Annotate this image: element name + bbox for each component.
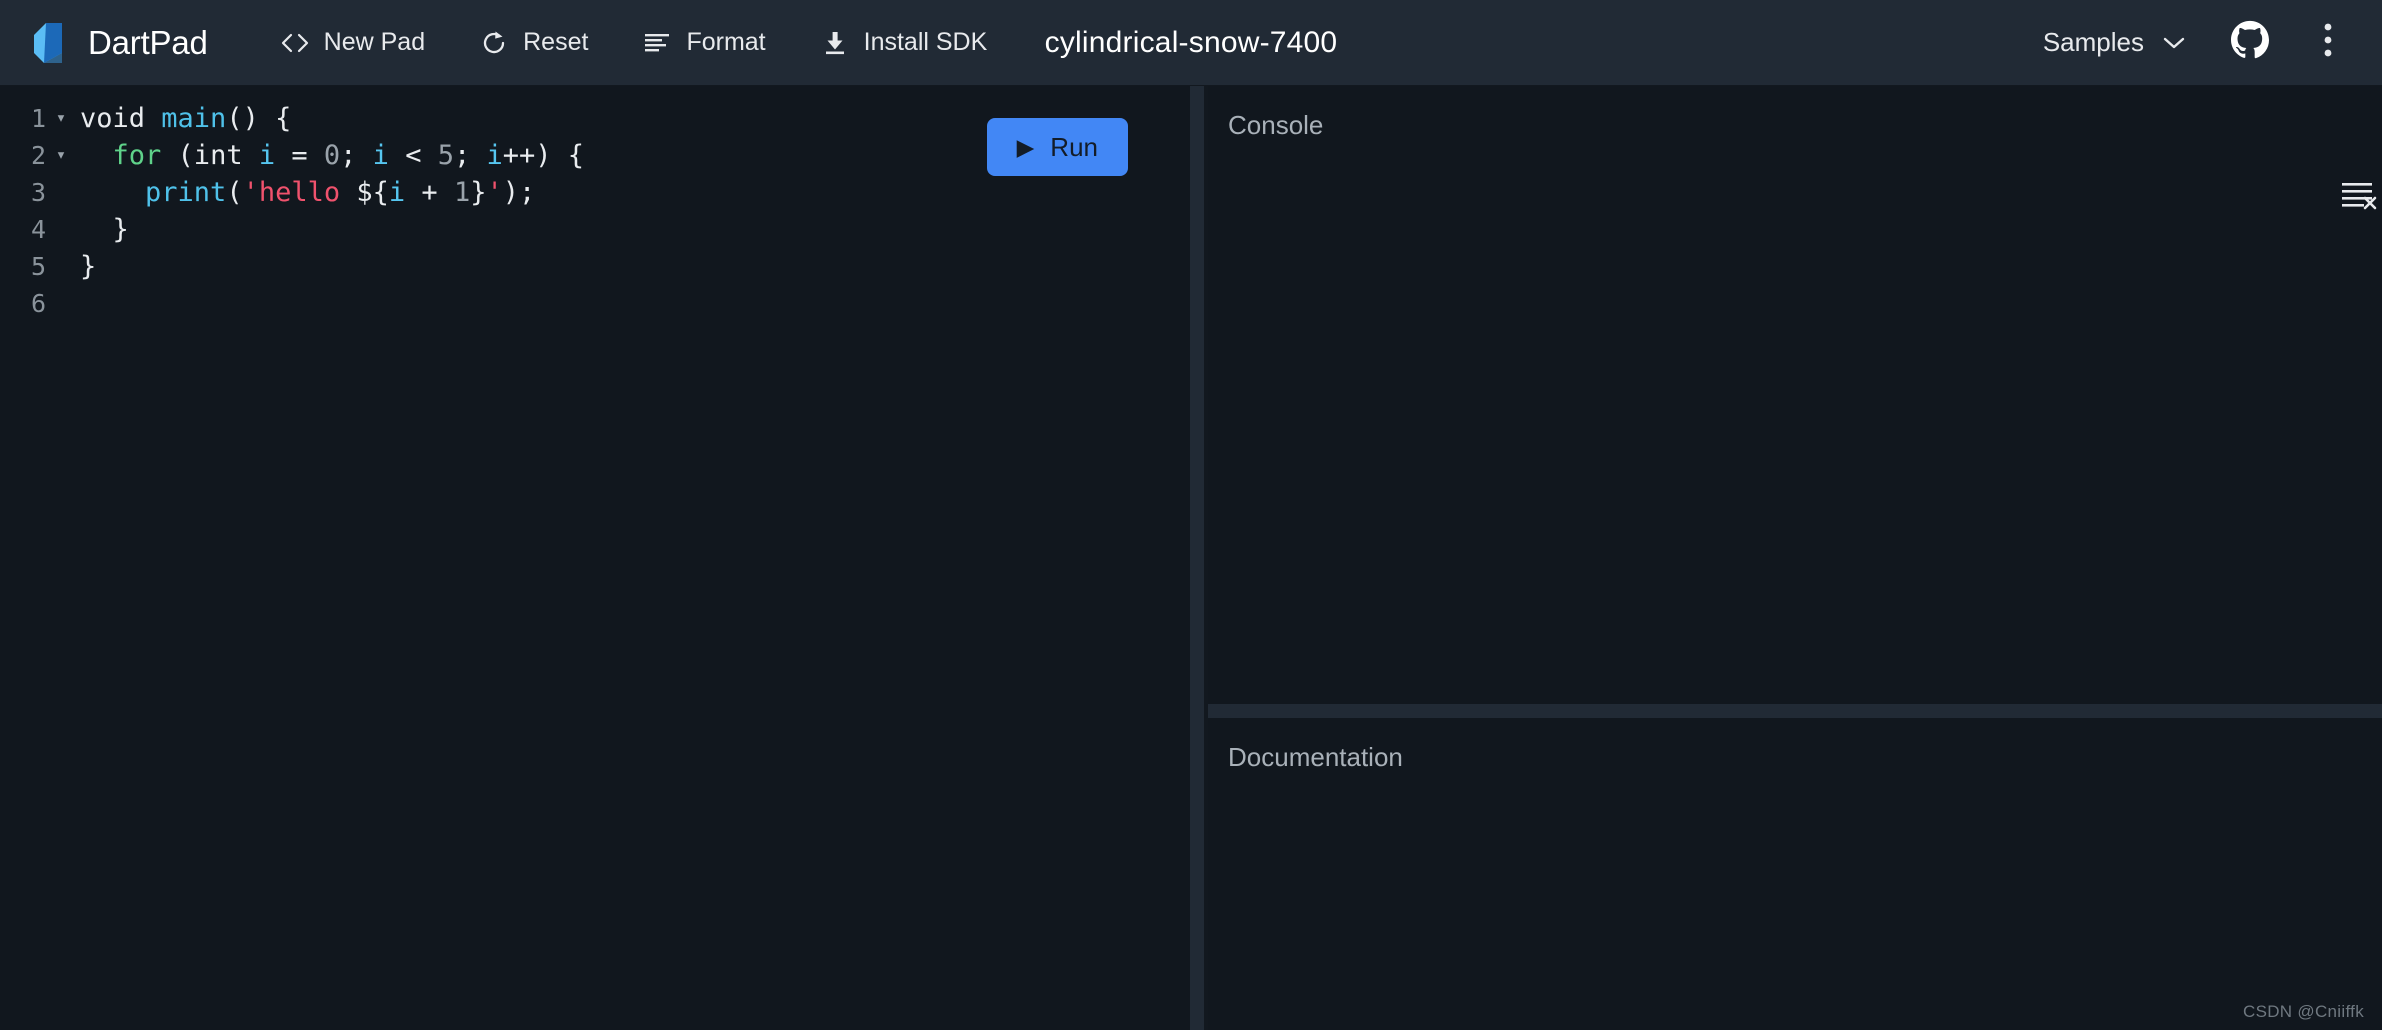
code-editor[interactable]: 1 ▾ void main() {2 ▾ for (int i = 0; i < 5;…: [0, 86, 1190, 1030]
output-pane: Console Documentation: [1204, 86, 2382, 1030]
header-right-controls: Samples: [2029, 15, 2356, 71]
github-icon: [2230, 20, 2270, 65]
code-token: i: [372, 140, 389, 171]
code-text: }: [74, 248, 96, 285]
code-token: }: [470, 177, 487, 208]
vertical-splitter[interactable]: [1190, 86, 1204, 1030]
brand-title: DartPad: [88, 23, 208, 61]
samples-dropdown[interactable]: Samples: [2029, 19, 2200, 66]
code-text: print('hello ${i + 1}');: [74, 174, 535, 211]
dart-logo-icon: [30, 21, 70, 65]
reset-label: Reset: [523, 28, 589, 56]
code-token: (int: [161, 140, 259, 171]
header-actions: New Pad Reset Format Install SDK: [264, 20, 1026, 66]
line-number: 2: [30, 141, 46, 170]
horizontal-splitter[interactable]: [1208, 704, 2382, 718]
code-token: }: [80, 214, 129, 245]
code-line[interactable]: 5}: [0, 248, 1190, 285]
console-output: [1228, 156, 2362, 694]
console-panel: Console: [1208, 86, 2382, 704]
code-token: (: [226, 177, 243, 208]
install-sdk-button[interactable]: Install SDK: [804, 20, 1004, 66]
format-label: Format: [686, 28, 766, 56]
more-actions-button[interactable]: [2300, 15, 2356, 71]
code-token: );: [502, 177, 536, 208]
code-token: i: [388, 177, 406, 208]
code-token: 0: [323, 140, 341, 171]
reset-button[interactable]: Reset: [463, 20, 604, 66]
samples-label: Samples: [2042, 27, 2144, 57]
new-pad-label: New Pad: [323, 28, 426, 56]
code-token: ++) {: [502, 140, 585, 171]
refresh-icon: [479, 28, 509, 58]
code-token: }: [80, 251, 97, 282]
line-number: 1: [30, 104, 46, 133]
code-token: i: [258, 140, 276, 171]
code-editor-pane[interactable]: 1 ▾ void main() {2 ▾ for (int i = 0; i < 5;…: [0, 86, 1190, 1030]
code-token: 5: [437, 140, 454, 171]
format-button[interactable]: Format: [626, 20, 781, 66]
new-pad-button[interactable]: New Pad: [264, 20, 441, 66]
line-number: 3: [30, 178, 46, 207]
brand[interactable]: DartPad: [30, 21, 208, 65]
code-token: 1: [453, 177, 471, 208]
code-brackets-icon: [280, 28, 310, 58]
download-icon: [820, 28, 850, 58]
line-number: 6: [30, 289, 46, 318]
install-sdk-label: Install SDK: [863, 28, 988, 56]
code-token: ${: [356, 177, 389, 208]
code-token: +: [405, 177, 454, 208]
play-icon: ▶: [1016, 133, 1035, 160]
github-button[interactable]: [2222, 15, 2278, 71]
code-token: =: [275, 140, 324, 171]
documentation-panel: Documentation: [1208, 718, 2382, 1030]
app-header: DartPad New Pad Reset Format Install SDK…: [0, 0, 2382, 86]
code-line[interactable]: 6: [0, 285, 1190, 322]
code-token: for: [112, 140, 162, 171]
chevron-down-icon: [2162, 27, 2186, 58]
code-line[interactable]: 3 print('hello ${i + 1}');: [0, 174, 1190, 211]
run-button-label: Run: [1050, 131, 1098, 162]
line-number: 4: [30, 215, 46, 244]
code-token: main: [161, 103, 227, 134]
documentation-label: Documentation: [1228, 742, 1403, 772]
code-token: void: [80, 103, 162, 134]
run-button[interactable]: ▶ Run: [986, 118, 1128, 176]
code-text: void main() {: [74, 100, 291, 137]
code-token: ;: [340, 140, 373, 171]
line-number: 5: [30, 252, 46, 281]
code-line[interactable]: 4 }: [0, 211, 1190, 248]
code-token: 'hello: [242, 177, 357, 208]
code-token: ;: [453, 140, 487, 171]
fold-toggle-icon[interactable]: ▾: [48, 100, 74, 137]
code-token: print: [145, 177, 227, 208]
console-label: Console: [1228, 110, 1324, 140]
dartpad-app: DartPad New Pad Reset Format Install SDK…: [0, 0, 2382, 1030]
code-text: for (int i = 0; i < 5; i++) {: [74, 137, 585, 174]
fold-toggle-icon[interactable]: ▾: [48, 137, 74, 174]
documentation-content: [1228, 788, 2362, 1020]
code-token: () {: [226, 103, 292, 134]
workspace: 1 ▾ void main() {2 ▾ for (int i = 0; i < 5;…: [0, 86, 2382, 1030]
format-align-left-icon: [642, 28, 672, 58]
code-token: i: [486, 140, 503, 171]
code-token: <: [388, 140, 438, 171]
code-token: ': [486, 177, 503, 208]
more-vertical-icon: [2323, 22, 2333, 63]
code-text: }: [74, 211, 129, 248]
